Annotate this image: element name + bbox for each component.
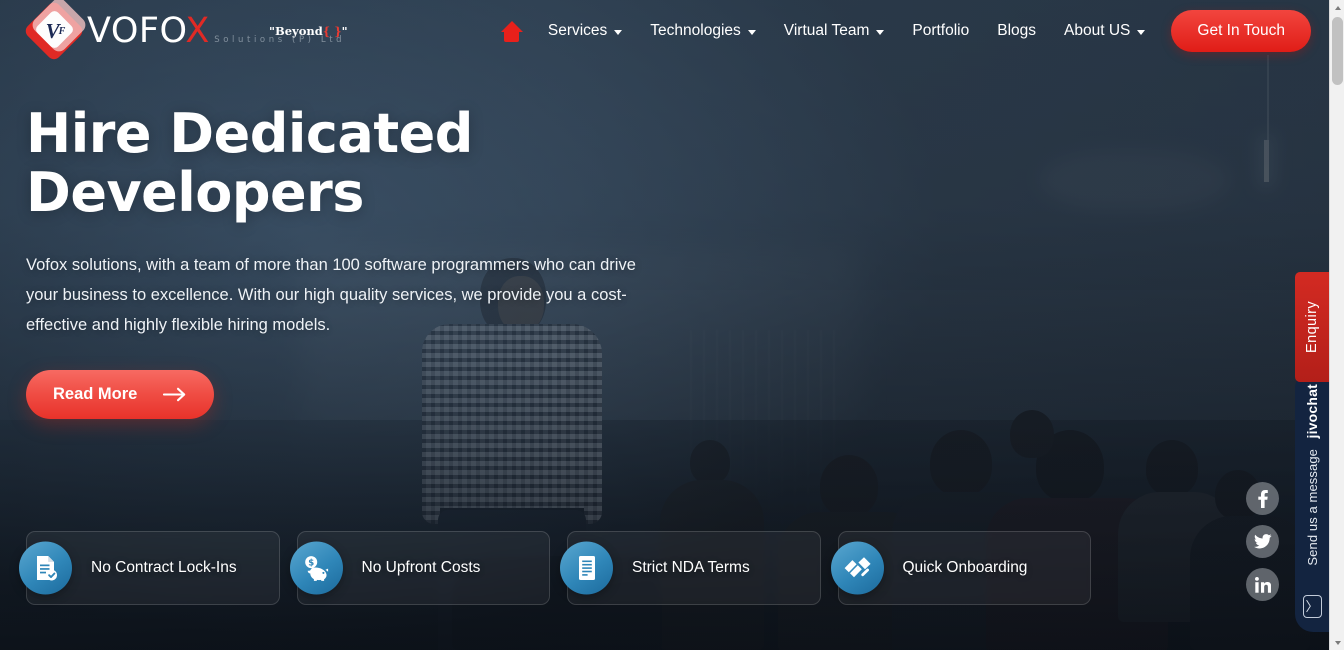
nav-item-about-us[interactable]: About US (1050, 14, 1159, 48)
twitter-icon[interactable] (1246, 525, 1279, 558)
jivochat-brand-label: jivochat (1304, 384, 1320, 439)
nav-item-technologies[interactable]: Technologies (636, 14, 769, 48)
nav-item-services[interactable]: Services (534, 14, 636, 48)
nav-label-virtual-team: Virtual Team (783, 22, 870, 39)
browser-viewport: VF VOFOX Solutions (P) Ltd "Beyond{ }" S… (0, 0, 1329, 650)
document-check-icon (19, 541, 72, 595)
brand-name: VOFOX (87, 10, 210, 51)
chevron-down-icon (1137, 30, 1146, 35)
handshake-icon (830, 541, 884, 595)
scrollbar-thumb[interactable] (1332, 17, 1343, 85)
logo-letter-v: VF (45, 19, 66, 43)
chat-expand-icon[interactable]: 〉 (1302, 595, 1322, 618)
feature-cards-row: No Contract Lock-Ins $ No Upfront Costs (19, 531, 1091, 605)
svg-text:$: $ (308, 558, 314, 568)
chevron-down-icon (747, 30, 756, 35)
feature-label: No Contract Lock-Ins (91, 559, 237, 576)
nav-label-blogs: Blogs (997, 22, 1037, 39)
jivochat-widget[interactable]: jivochat Send us a message 〉 (1295, 370, 1329, 632)
hero-title: Hire Dedicated Developers (26, 104, 496, 222)
hero-title-line-2: Developers (26, 161, 364, 224)
jivochat-message-label: Send us a message (1304, 448, 1320, 566)
enquiry-tab[interactable]: Enquiry (1295, 272, 1329, 382)
linkedin-icon[interactable] (1246, 568, 1279, 601)
nav-item-blogs[interactable]: Blogs (983, 14, 1050, 48)
brand-logo-link[interactable]: VF VOFOX Solutions (P) Ltd "Beyond{ }" (22, 0, 348, 63)
chevron-down-icon (614, 30, 623, 35)
facebook-icon[interactable] (1246, 482, 1279, 515)
home-icon (500, 20, 523, 42)
feature-card-strict-nda-terms[interactable]: Strict NDA Terms (560, 531, 821, 605)
read-more-label: Read More (53, 385, 138, 403)
feature-card-no-contract-lock-ins[interactable]: No Contract Lock-Ins (19, 531, 280, 605)
nav-label-portfolio: Portfolio (912, 22, 970, 39)
feature-label: No Upfront Costs (361, 559, 481, 576)
arrow-right-icon (163, 387, 187, 402)
document-lines-icon (560, 541, 613, 595)
feature-label: Strict NDA Terms (632, 559, 750, 576)
page-root: VF VOFOX Solutions (P) Ltd "Beyond{ }" S… (0, 0, 1344, 650)
hero-description: Vofox solutions, with a team of more tha… (26, 256, 636, 334)
scroll-down-arrow-icon[interactable] (1330, 635, 1344, 650)
scroll-up-arrow-icon[interactable] (1330, 0, 1344, 15)
page-scrollbar[interactable] (1329, 0, 1344, 650)
vofox-diamond-logo-icon: VF (22, 0, 89, 63)
feature-label: Quick Onboarding (902, 559, 1028, 576)
piggy-bank-icon: $ (289, 541, 343, 595)
feature-card-no-upfront-costs[interactable]: $ No Upfront Costs (289, 531, 550, 605)
nav-label-about-us: About US (1064, 22, 1131, 39)
read-more-button[interactable]: Read More (26, 370, 215, 419)
get-in-touch-button[interactable]: Get In Touch (1171, 10, 1311, 52)
nav-item-home[interactable] (490, 13, 534, 50)
brand-tagline: "Beyond{ }" (269, 23, 348, 38)
social-links-rail (1246, 482, 1279, 601)
site-header: VF VOFOX Solutions (P) Ltd "Beyond{ }" S… (0, 0, 1329, 63)
nav-item-virtual-team[interactable]: Virtual Team (770, 14, 899, 48)
nav-item-portfolio[interactable]: Portfolio (898, 14, 983, 48)
nav-label-technologies: Technologies (650, 22, 741, 39)
hero-section: Hire Dedicated Developers Vofox solution… (26, 104, 726, 419)
hero-title-line-1: Hire Dedicated (26, 102, 473, 165)
enquiry-label: Enquiry (1304, 301, 1320, 353)
nav-label-services: Services (547, 22, 608, 39)
chevron-down-icon (876, 30, 885, 35)
brand-wordmark: VOFOX Solutions (P) Ltd "Beyond{ }" (87, 10, 348, 51)
main-navigation: Services Technologies Virtual Team Portf… (490, 10, 1329, 52)
feature-card-quick-onboarding[interactable]: Quick Onboarding (830, 531, 1091, 605)
